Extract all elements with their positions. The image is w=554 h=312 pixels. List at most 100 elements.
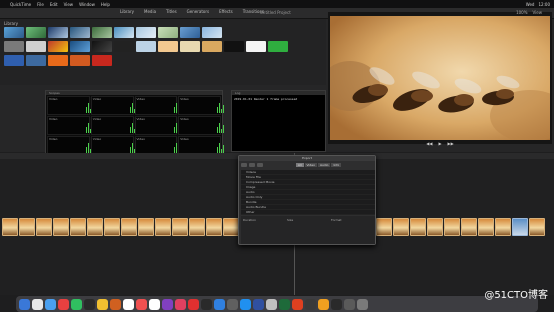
timeline-clip[interactable] — [444, 218, 460, 236]
sidebar-toggle-icon[interactable] — [241, 163, 247, 167]
timeline-clip[interactable] — [2, 218, 18, 236]
dock-app-icon[interactable] — [305, 298, 316, 310]
timeline-clip[interactable] — [410, 218, 426, 236]
thumbnail[interactable] — [92, 41, 112, 52]
dock-app-icon[interactable] — [162, 298, 173, 310]
thumbnail[interactable] — [48, 27, 68, 38]
dock-app-icon[interactable] — [110, 298, 121, 310]
fast-forward-button[interactable]: ▶▶ — [448, 141, 454, 146]
menu-edit[interactable]: Edit — [50, 2, 58, 7]
thumbnail[interactable] — [224, 41, 244, 52]
timeline-clip[interactable] — [70, 218, 86, 236]
dock-app-icon[interactable] — [136, 298, 147, 310]
thumbnail[interactable] — [202, 27, 222, 38]
thumbnail[interactable] — [4, 41, 24, 52]
timeline-clip[interactable] — [206, 218, 222, 236]
thumbnail[interactable] — [246, 41, 266, 52]
thumbnail[interactable] — [4, 55, 24, 66]
dock-app-icon[interactable] — [19, 298, 30, 310]
timeline-clip[interactable] — [427, 218, 443, 236]
thumbnail[interactable] — [48, 41, 68, 52]
grid-view-icon[interactable] — [249, 163, 255, 167]
thumbnail[interactable] — [92, 55, 112, 66]
dock-app-icon[interactable] — [214, 298, 225, 310]
dock-app-icon[interactable] — [175, 298, 186, 310]
dock-app-icon[interactable] — [344, 298, 355, 310]
tab-effects[interactable]: Effects — [219, 9, 233, 14]
thumbnail[interactable] — [26, 41, 46, 52]
segment-video[interactable]: Video — [304, 163, 318, 167]
dock-app-icon[interactable] — [188, 298, 199, 310]
dock-app-icon[interactable] — [84, 298, 95, 310]
timeline-clip[interactable] — [461, 218, 477, 236]
dock-app-icon[interactable] — [97, 298, 108, 310]
thumbnail[interactable] — [114, 41, 134, 52]
tab-media[interactable]: Media — [144, 9, 156, 14]
dock-app-icon[interactable] — [149, 298, 160, 310]
timeline-clip[interactable] — [512, 218, 528, 236]
segment-audio[interactable]: Audio — [317, 163, 332, 167]
timeline-clip[interactable] — [478, 218, 494, 236]
timeline-clip[interactable] — [138, 218, 154, 236]
timeline-clip[interactable] — [104, 218, 120, 236]
thumbnail[interactable] — [158, 27, 178, 38]
timeline-clip[interactable] — [529, 218, 545, 236]
tab-generators[interactable]: Generators — [187, 9, 209, 14]
view-menu[interactable]: View — [533, 10, 543, 15]
list-item[interactable]: Other — [241, 210, 375, 215]
thumbnail[interactable] — [136, 41, 156, 52]
timeline-clip[interactable] — [121, 218, 137, 236]
dock-app-icon[interactable] — [266, 298, 277, 310]
dock-app-icon[interactable] — [279, 298, 290, 310]
timeline-clip[interactable] — [172, 218, 188, 236]
segment-info[interactable]: Info — [331, 163, 343, 167]
dock-app-icon[interactable] — [71, 298, 82, 310]
thumbnail[interactable] — [26, 27, 46, 38]
timeline-clip[interactable] — [53, 218, 69, 236]
thumbnail[interactable] — [268, 41, 288, 52]
tab-library[interactable]: Library — [120, 9, 134, 14]
dock-app-icon[interactable] — [227, 298, 238, 310]
timeline-clip[interactable] — [189, 218, 205, 236]
dock-app-icon[interactable] — [123, 298, 134, 310]
timeline-clip[interactable] — [87, 218, 103, 236]
timeline-clip[interactable] — [376, 218, 392, 236]
dock-app-icon[interactable] — [201, 298, 212, 310]
dock-app-icon[interactable] — [331, 298, 342, 310]
thumbnail[interactable] — [158, 41, 178, 52]
rewind-button[interactable]: ◀◀ — [426, 141, 432, 146]
dock-app-icon[interactable] — [32, 298, 43, 310]
menu-app-name[interactable]: QuickTime — [10, 2, 31, 7]
menu-view[interactable]: View — [64, 2, 74, 7]
thumbnail[interactable] — [4, 27, 24, 38]
dock-app-icon[interactable] — [58, 298, 69, 310]
timeline-clip[interactable] — [36, 218, 52, 236]
dock-app-icon[interactable] — [240, 298, 251, 310]
segment-all[interactable]: All — [295, 163, 305, 167]
thumbnail[interactable] — [202, 41, 222, 52]
thumbnail[interactable] — [180, 27, 200, 38]
play-button[interactable]: ▶ — [438, 141, 441, 146]
thumbnail[interactable] — [26, 55, 46, 66]
thumbnail[interactable] — [48, 55, 68, 66]
timeline-clip[interactable] — [155, 218, 171, 236]
dock-app-icon[interactable] — [292, 298, 303, 310]
thumbnail[interactable] — [136, 27, 156, 38]
thumbnail[interactable] — [70, 27, 90, 38]
thumbnail[interactable] — [114, 27, 134, 38]
thumbnail[interactable] — [70, 55, 90, 66]
thumbnail[interactable] — [70, 41, 90, 52]
tab-titles[interactable]: Titles — [166, 9, 177, 14]
timeline-clip[interactable] — [393, 218, 409, 236]
dock-app-icon[interactable] — [253, 298, 264, 310]
thumbnail[interactable] — [180, 41, 200, 52]
menu-file[interactable]: File — [37, 2, 44, 7]
zoom-level[interactable]: 100% — [516, 10, 527, 15]
menu-window[interactable]: Window — [79, 2, 95, 7]
dock-app-icon[interactable] — [357, 298, 368, 310]
dock-app-icon[interactable] — [318, 298, 329, 310]
menu-help[interactable]: Help — [101, 2, 110, 7]
timeline-clip[interactable] — [223, 218, 239, 236]
dock-app-icon[interactable] — [45, 298, 56, 310]
thumbnail[interactable] — [92, 27, 112, 38]
